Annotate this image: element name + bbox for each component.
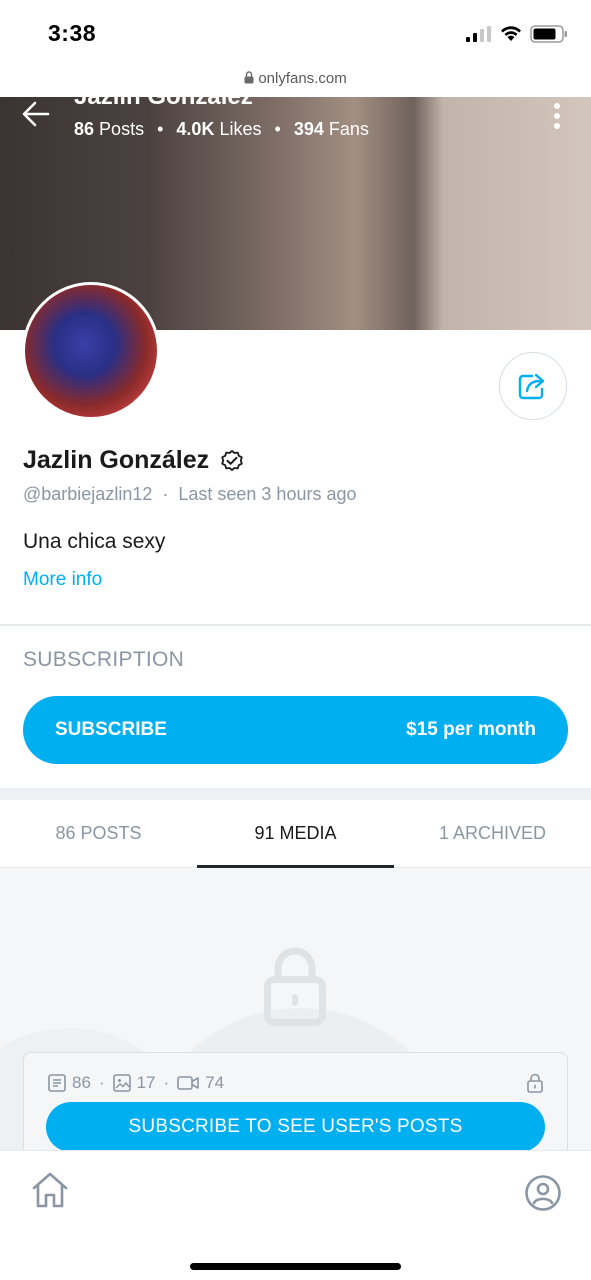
share-button[interactable] (499, 352, 567, 420)
media-locked-area: 86 · 17 · 74 SUBSCRIBE TO SEE USER'S POS… (0, 868, 591, 1150)
padlock-icon (244, 71, 254, 84)
subscribe-button[interactable]: SUBSCRIBE $15 per month (23, 696, 568, 764)
locked-posts-card: 86 · 17 · 74 SUBSCRIBE TO SEE USER'S POS… (23, 1052, 568, 1150)
likes-count: 4.0K (176, 119, 215, 139)
avatar[interactable] (22, 282, 160, 420)
url-text: onlyfans.com (258, 70, 347, 87)
photo-icon (112, 1074, 131, 1092)
verified-badge-icon (221, 450, 243, 471)
battery-icon (530, 25, 567, 43)
posts-count: 86 (74, 119, 95, 139)
cover-stats: 86 Posts • 4.0K Likes • 394 Fans (74, 119, 369, 139)
videos-count: 74 (205, 1073, 225, 1092)
share-icon (518, 373, 545, 400)
lock-icon (527, 1073, 543, 1093)
home-icon[interactable] (30, 1171, 70, 1209)
fans-label: Fans (328, 119, 369, 139)
tab-media[interactable]: 91 MEDIA (197, 800, 394, 868)
cover-profile-name: Jazlin González (74, 97, 253, 111)
content-counts: 86 · 17 · 74 (48, 1073, 224, 1093)
home-indicator (190, 1263, 401, 1270)
divider (0, 624, 591, 626)
profile-handle: @barbiejazlin12 (23, 484, 153, 504)
wifi-icon (501, 26, 521, 41)
handle-row: @barbiejazlin12 · Last seen 3 hours ago (23, 484, 357, 504)
text-post-icon (48, 1074, 66, 1092)
more-info-link[interactable]: More info (23, 569, 102, 591)
photos-count: 17 (136, 1073, 156, 1092)
profile-bio: Una chica sexy (23, 530, 166, 553)
section-separator (0, 788, 591, 800)
more-options-icon[interactable] (553, 102, 561, 130)
subscribe-to-see-posts-button[interactable]: SUBSCRIBE TO SEE USER'S POSTS (46, 1102, 545, 1150)
tab-archived[interactable]: 1 ARCHIVED (394, 800, 591, 867)
tab-posts[interactable]: 86 POSTS (0, 800, 197, 867)
text-posts-count: 86 (72, 1073, 91, 1092)
subscription-heading: SUBSCRIPTION (23, 648, 185, 671)
status-bar: 3:38 (0, 0, 591, 70)
cellular-signal-icon (466, 26, 491, 42)
last-seen: Last seen 3 hours ago (178, 484, 357, 504)
video-icon (177, 1076, 199, 1090)
profile-icon[interactable] (524, 1174, 562, 1212)
subscription-price: $15 per month (406, 719, 536, 740)
profile-name: Jazlin González (23, 446, 210, 474)
bottom-navigation (0, 1150, 591, 1280)
lock-icon (264, 947, 326, 1026)
subscribe-label: SUBSCRIBE (55, 719, 167, 740)
profile-tabs: 86 POSTS 91 MEDIA 1 ARCHIVED (0, 800, 591, 868)
fans-count: 394 (293, 119, 324, 139)
status-time: 3:38 (48, 20, 97, 46)
posts-label: Posts (99, 119, 145, 139)
likes-label: Likes (219, 119, 262, 139)
browser-url-bar[interactable]: onlyfans.com (0, 70, 591, 97)
back-arrow-icon[interactable] (22, 101, 50, 127)
